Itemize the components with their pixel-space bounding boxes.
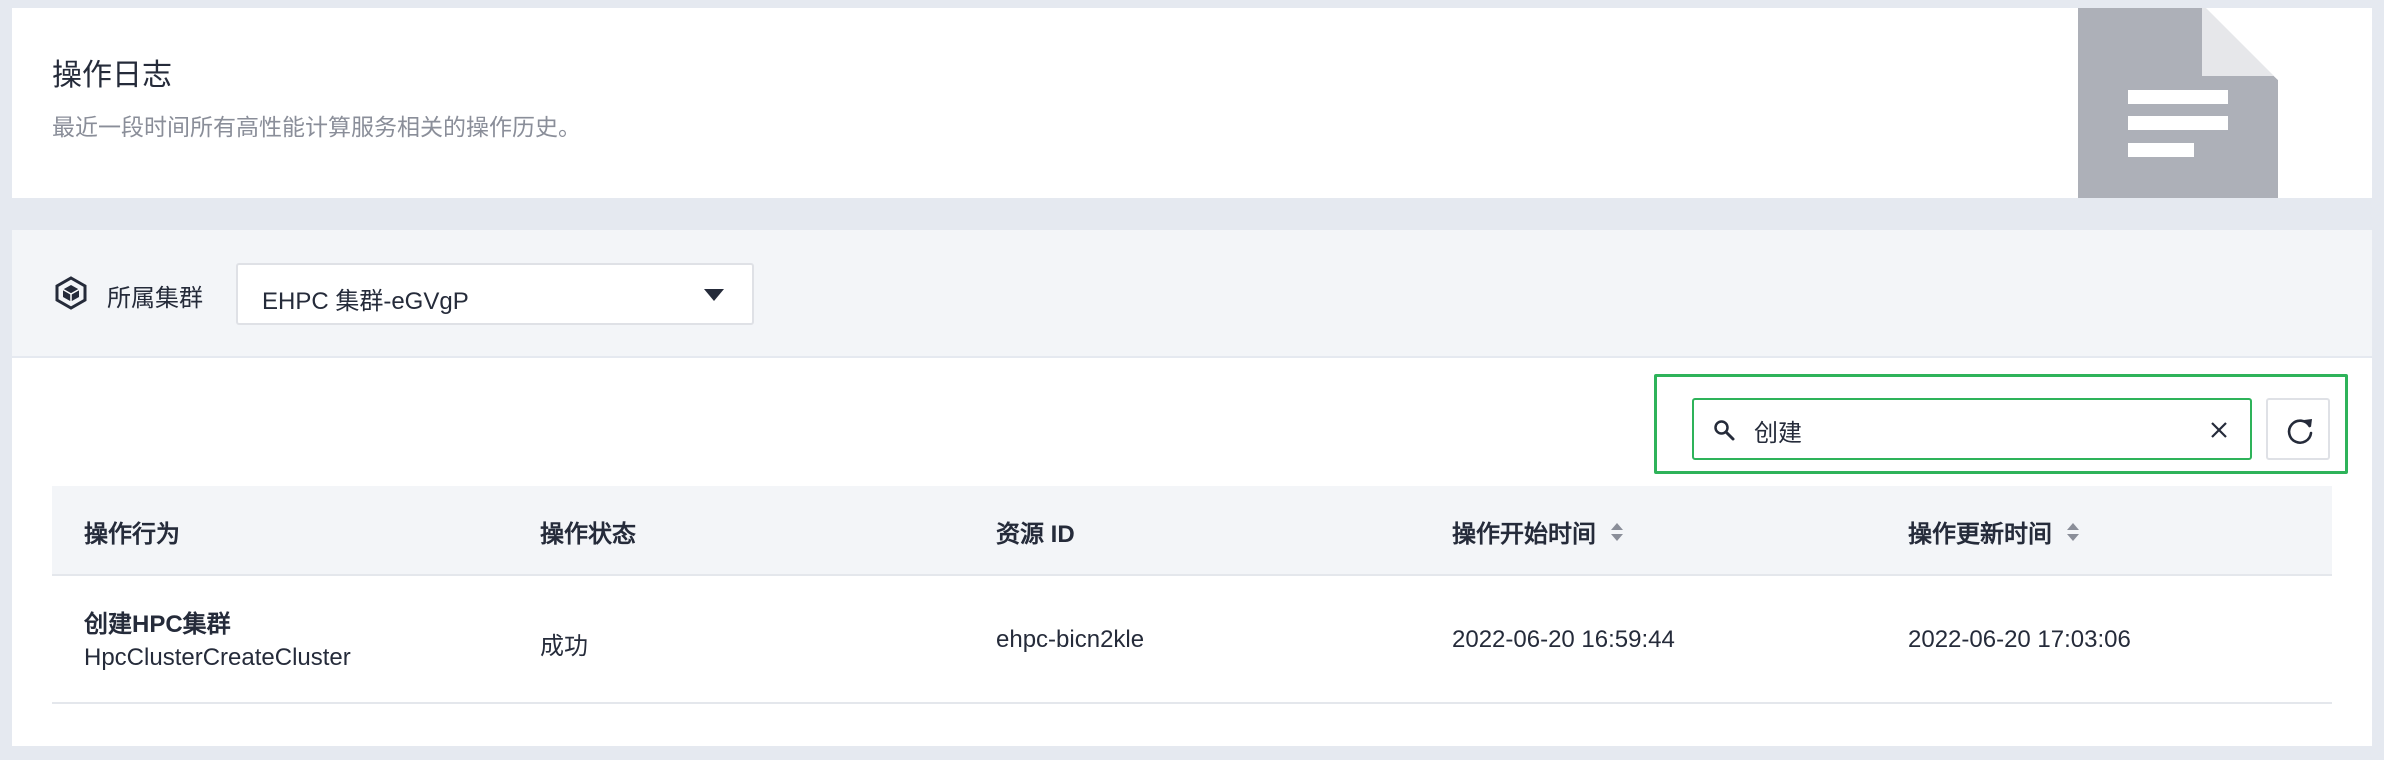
- column-header-label: 操作行为: [84, 521, 180, 548]
- page: 操作日志 最近一段时间所有高性能计算服务相关的操作历史。 所属集群 EHPC 集…: [0, 0, 2384, 760]
- cube-icon: [55, 276, 87, 310]
- sort-icon[interactable]: [1610, 521, 1624, 543]
- close-icon[interactable]: [2208, 419, 2230, 441]
- cluster-filter-bar: 所属集群 EHPC 集群-eGVgP: [12, 230, 2372, 356]
- search-icon: [1714, 420, 1735, 441]
- log-content: 操作行为 操作状态 资源 ID 操作开始时间 操作更新时间: [12, 358, 2372, 746]
- page-title: 操作日志: [52, 59, 172, 92]
- refresh-icon: [2287, 419, 2313, 444]
- resource-id-cell: ehpc-bicn2kle: [996, 626, 1145, 653]
- column-header-label: 操作开始时间: [1452, 521, 1596, 548]
- cluster-label: 所属集群: [107, 285, 203, 312]
- table-header: 操作行为 操作状态 资源 ID 操作开始时间 操作更新时间: [52, 486, 2332, 576]
- caret-down-icon: [704, 289, 724, 301]
- refresh-button[interactable]: [2266, 398, 2330, 460]
- update-time-cell: 2022-06-20 17:03:06: [1908, 626, 2131, 653]
- column-header-label: 资源 ID: [996, 521, 1075, 548]
- start-time-cell: 2022-06-20 16:59:44: [1452, 626, 1675, 653]
- column-header-status: 操作状态: [540, 514, 636, 549]
- search-input[interactable]: [1754, 412, 2194, 448]
- column-header-action: 操作行为: [84, 514, 180, 549]
- table-row: 创建HPC集群 HpcClusterCreateCluster 成功 ehpc-…: [52, 576, 2332, 704]
- action-code: HpcClusterCreateCluster: [84, 644, 351, 671]
- action-name: 创建HPC集群: [84, 611, 231, 638]
- header-card: 操作日志 最近一段时间所有高性能计算服务相关的操作历史。: [12, 8, 2372, 198]
- search-box[interactable]: [1692, 398, 2252, 460]
- column-header-label: 操作更新时间: [1908, 521, 2052, 548]
- column-header-update-time[interactable]: 操作更新时间: [1908, 514, 2080, 549]
- column-header-label: 操作状态: [540, 521, 636, 548]
- cluster-select[interactable]: EHPC 集群-eGVgP: [236, 263, 754, 325]
- document-icon: [2078, 8, 2278, 198]
- status-cell: 成功: [540, 633, 588, 660]
- page-subtitle: 最近一段时间所有高性能计算服务相关的操作历史。: [52, 114, 581, 140]
- sort-icon[interactable]: [2066, 521, 2080, 543]
- column-header-resource-id: 资源 ID: [996, 514, 1075, 549]
- cluster-select-value: EHPC 集群-eGVgP: [262, 288, 469, 315]
- column-header-start-time[interactable]: 操作开始时间: [1452, 514, 1624, 549]
